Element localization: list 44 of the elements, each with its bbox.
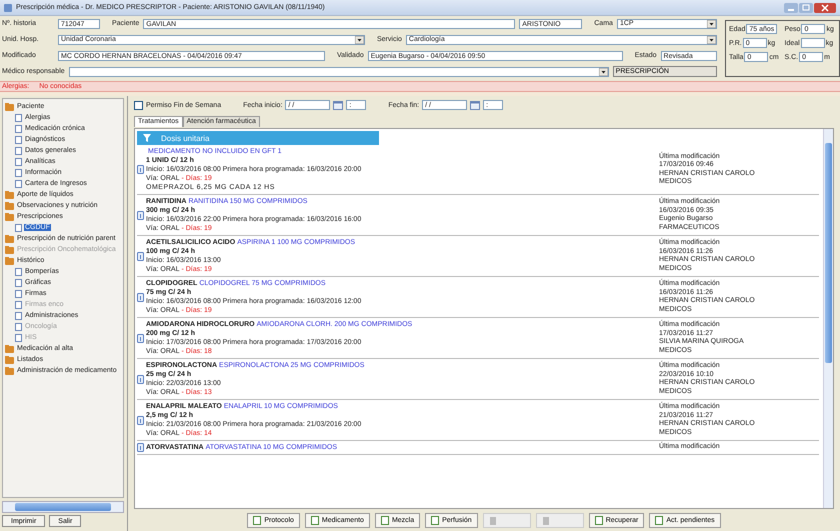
folder-icon bbox=[5, 190, 14, 198]
info-icon bbox=[137, 374, 144, 384]
group-title: Dosis unitaria bbox=[161, 134, 210, 142]
info-icon bbox=[137, 334, 144, 342]
document-icon bbox=[310, 516, 319, 524]
checkbox[interactable] bbox=[134, 100, 143, 110]
app-icon bbox=[4, 4, 12, 12]
vertical-scrollbar[interactable] bbox=[823, 129, 833, 508]
dropdown[interactable] bbox=[68, 66, 609, 76]
minimize-icon[interactable] bbox=[784, 2, 798, 12]
folder-icon bbox=[5, 366, 14, 374]
maximize-icon[interactable] bbox=[799, 2, 813, 12]
folder-icon bbox=[5, 356, 14, 364]
calendar-icon[interactable] bbox=[470, 100, 480, 110]
calendar-icon[interactable] bbox=[333, 100, 344, 110]
document-icon bbox=[655, 516, 664, 524]
document-icon bbox=[380, 516, 389, 524]
document-icon bbox=[431, 516, 440, 524]
document-icon bbox=[253, 516, 262, 524]
dropdown-arrow-icon bbox=[355, 36, 364, 44]
info-icon bbox=[137, 416, 144, 424]
info-icon bbox=[137, 443, 144, 452]
folder-icon bbox=[5, 246, 14, 254]
info-icon bbox=[137, 210, 144, 220]
folder-icon bbox=[5, 344, 14, 352]
document-icon bbox=[15, 224, 22, 232]
scroll-thumb[interactable] bbox=[825, 143, 832, 363]
document-icon bbox=[594, 516, 603, 524]
dropdown-arrow-icon bbox=[707, 36, 716, 44]
folder-icon bbox=[5, 202, 14, 210]
folder-icon bbox=[5, 234, 14, 242]
info-icon bbox=[137, 165, 144, 174]
info-icon bbox=[137, 292, 144, 302]
folder-icon bbox=[5, 256, 14, 264]
info-icon bbox=[137, 252, 144, 260]
dropdown-arrow-icon bbox=[598, 68, 608, 76]
dropdown-arrow-icon bbox=[707, 20, 716, 28]
horizontal-scrollbar[interactable] bbox=[2, 501, 124, 513]
scroll-thumb[interactable] bbox=[15, 503, 111, 511]
folder-icon bbox=[5, 212, 14, 220]
text-field[interactable] bbox=[800, 38, 825, 48]
close-icon[interactable] bbox=[814, 2, 836, 12]
folder-icon bbox=[5, 102, 14, 110]
filter-icon bbox=[143, 134, 151, 142]
